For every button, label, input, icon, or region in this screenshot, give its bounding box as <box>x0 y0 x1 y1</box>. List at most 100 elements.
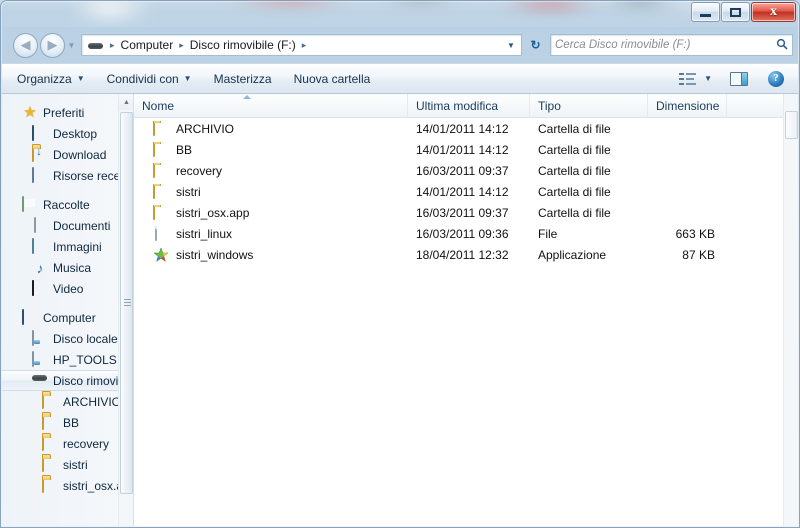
file-name-label: sistri_linux <box>176 226 233 241</box>
file-list-scrollbar[interactable] <box>783 94 798 526</box>
scrollbar-thumb[interactable] <box>120 112 133 494</box>
toolbar-label: Organizza <box>17 71 72 86</box>
table-row[interactable]: sistri_osx.app 16/03/2011 09:37 Cartella… <box>134 202 798 223</box>
toolbar-button-organizza[interactable]: Organizza ▼ <box>6 67 96 90</box>
address-bar-row: ◀ ▶ ▼ ▸ Computer ▸ Disco rimovibile (F:)… <box>1 27 799 63</box>
search-input[interactable]: Cerca Disco rimovibile (F:) <box>555 39 776 51</box>
glass-sheen-overlay <box>0 0 800 27</box>
desktop-icon <box>32 124 48 142</box>
sidebar-item-video[interactable]: Video <box>2 278 133 299</box>
file-modified-cell: 16/03/2011 09:36 <box>416 226 509 241</box>
explorer-body: ★ Preferiti Desktop Download Risorse rec… <box>2 94 798 526</box>
file-name-cell[interactable]: sistri_linux <box>134 225 408 242</box>
sidebar-item-archivio[interactable]: ARCHIVIO <box>2 391 133 412</box>
search-box[interactable]: Cerca Disco rimovibile (F:) <box>550 34 793 56</box>
file-name-cell[interactable]: ARCHIVIO <box>134 120 408 137</box>
view-dropdown-button[interactable]: ▼ <box>700 67 716 91</box>
toolbar-button-condividi-con[interactable]: Condividi con ▼ <box>96 67 203 90</box>
help-button[interactable]: ? <box>752 67 788 91</box>
column-header-nome[interactable]: Nome <box>134 94 408 117</box>
folder-icon <box>42 476 58 494</box>
file-type-cell: Cartella di file <box>538 205 611 220</box>
title-bar[interactable]: x <box>0 0 800 27</box>
close-button[interactable]: x <box>751 2 796 22</box>
chevron-down-icon: ▼ <box>67 40 76 50</box>
sidebar-item-risorse-recenti[interactable]: Risorse recent <box>2 165 133 186</box>
sidebar-item-documenti[interactable]: Documenti <box>2 215 133 236</box>
column-header-label: Dimensione <box>656 98 720 113</box>
window-controls: x <box>691 2 796 22</box>
sidebar-item-musica[interactable]: ♪ Musica <box>2 257 133 278</box>
sidebar-item-preferiti[interactable]: ★ Preferiti <box>2 102 133 123</box>
column-header-label: Nome <box>142 98 175 113</box>
table-row[interactable]: sistri_linux 16/03/2011 09:36 File 663 K… <box>134 223 798 244</box>
preview-pane-button[interactable] <box>716 67 752 91</box>
scroll-up-button[interactable]: ▲ <box>119 94 133 110</box>
sidebar-item-label: Raccolte <box>43 197 90 212</box>
file-modified-cell: 14/01/2011 14:12 <box>416 142 509 157</box>
table-row[interactable]: ARCHIVIO 14/01/2011 14:12 Cartella di fi… <box>134 118 798 139</box>
forward-arrow-icon: ▶ <box>47 37 58 53</box>
toolbar-button-masterizza[interactable]: Masterizza <box>203 67 283 90</box>
sidebar-item-immagini[interactable]: Immagini <box>2 236 133 257</box>
folder-icon <box>153 141 169 158</box>
sidebar-item-disco-locale[interactable]: Disco locale ( <box>2 328 133 349</box>
libraries-icon <box>22 195 38 213</box>
breadcrumb-item-computer[interactable]: Computer <box>119 38 176 52</box>
scrollbar-thumb[interactable] <box>785 111 798 139</box>
sidebar-item-bb[interactable]: BB <box>2 412 133 433</box>
sidebar-item-hp-tools[interactable]: HP_TOOLS (D <box>2 349 133 370</box>
table-row[interactable]: sistri 14/01/2011 14:12 Cartella di file <box>134 181 798 202</box>
file-name-cell[interactable]: BB <box>134 141 408 158</box>
sidebar-item-raccolte[interactable]: Raccolte <box>2 194 133 215</box>
sidebar-item-desktop[interactable]: Desktop <box>2 123 133 144</box>
sidebar-item-sistri-osx-app[interactable]: sistri_osx.ap <box>2 475 133 496</box>
file-name-cell[interactable]: sistri <box>134 183 408 200</box>
maximize-button[interactable] <box>721 2 750 22</box>
back-button[interactable]: ◀ <box>13 32 38 58</box>
column-header-label: Ultima modifica <box>416 98 499 113</box>
scrollbar-grip-icon <box>124 299 131 307</box>
file-type-cell: Cartella di file <box>538 184 611 199</box>
file-name-cell[interactable]: sistri_windows <box>134 246 408 263</box>
table-row[interactable]: BB 14/01/2011 14:12 Cartella di file <box>134 139 798 160</box>
refresh-button[interactable]: ↻ <box>524 34 547 56</box>
file-modified-cell: 16/03/2011 09:37 <box>416 205 509 220</box>
navigation-pane-content: ★ Preferiti Desktop Download Risorse rec… <box>2 94 133 496</box>
minimize-button[interactable] <box>691 2 720 22</box>
toolbar-button-nuova-cartella[interactable]: Nuova cartella <box>283 67 382 90</box>
column-header-tipo[interactable]: Tipo <box>530 94 648 117</box>
breadcrumb-separator-icon: ▸ <box>179 39 184 50</box>
breadcrumb-separator-icon: ▸ <box>110 39 115 50</box>
breadcrumb-item-disco-rimovibile[interactable]: Disco rimovibile (F:) <box>188 38 298 52</box>
file-modified-cell: 16/03/2011 09:37 <box>416 163 509 178</box>
sidebar-item-recovery[interactable]: recovery <box>2 433 133 454</box>
star-icon: ★ <box>23 103 37 121</box>
column-header-row: Nome Ultima modifica Tipo Dimensione <box>134 94 798 118</box>
navigation-pane-scrollbar[interactable]: ▲ <box>118 94 133 526</box>
search-icon[interactable] <box>776 38 788 53</box>
sidebar-item-disco-rimovibile[interactable]: Disco rimovib <box>2 370 133 391</box>
column-header-label: Tipo <box>538 98 561 113</box>
picture-icon <box>32 237 48 255</box>
file-type-cell: Cartella di file <box>538 121 611 136</box>
file-name-cell[interactable]: sistri_osx.app <box>134 204 408 221</box>
table-row[interactable]: recovery 16/03/2011 09:37 Cartella di fi… <box>134 160 798 181</box>
column-header-ultima-modifica[interactable]: Ultima modifica <box>408 94 530 117</box>
file-name-cell[interactable]: recovery <box>134 162 408 179</box>
recent-locations-button[interactable]: ▼ <box>65 33 78 58</box>
address-breadcrumb-bar[interactable]: ▸ Computer ▸ Disco rimovibile (F:) ▸ ▼ <box>81 34 522 56</box>
column-header-dimensione[interactable]: Dimensione <box>648 94 727 117</box>
sidebar-item-sistri[interactable]: sistri <box>2 454 133 475</box>
folder-icon <box>153 162 169 179</box>
forward-button[interactable]: ▶ <box>40 32 65 58</box>
table-row[interactable]: sistri_windows 18/04/2011 12:32 Applicaz… <box>134 244 798 265</box>
sidebar-item-label: Disco rimovib <box>53 373 126 388</box>
sidebar-item-download[interactable]: Download <box>2 144 133 165</box>
sidebar-item-label: ARCHIVIO <box>63 394 122 409</box>
sidebar-item-computer[interactable]: Computer <box>2 307 133 328</box>
chevron-down-icon: ▼ <box>704 74 712 83</box>
change-view-button[interactable] <box>675 67 700 91</box>
download-folder-icon <box>32 145 48 163</box>
address-dropdown-button[interactable]: ▼ <box>503 35 519 55</box>
